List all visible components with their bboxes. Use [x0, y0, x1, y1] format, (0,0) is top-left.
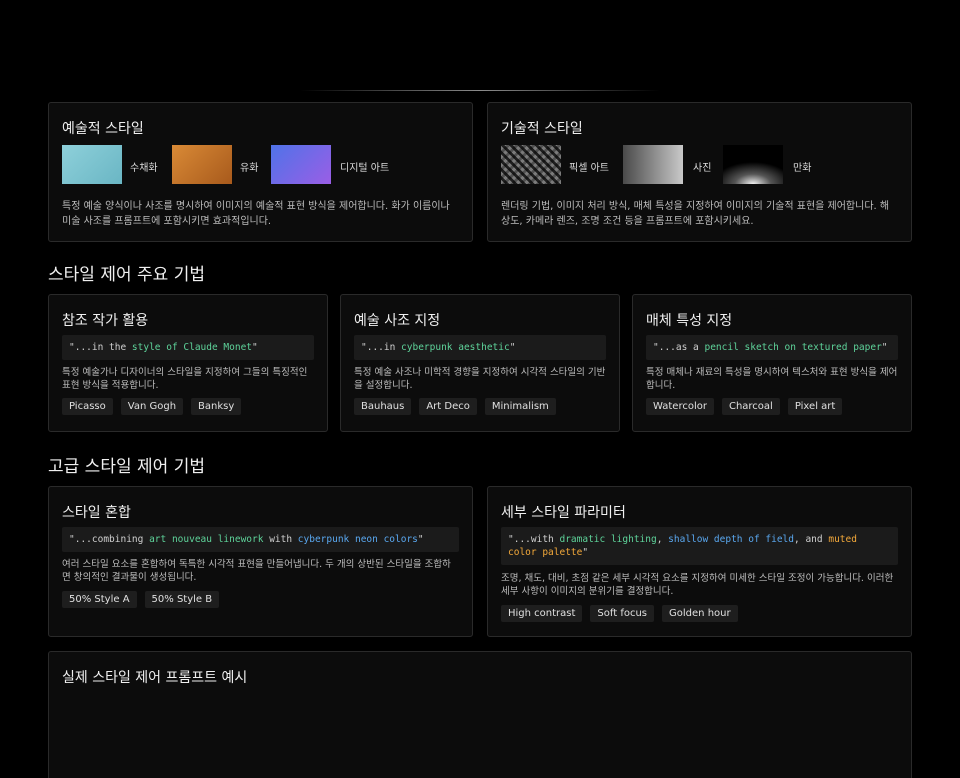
prompt-example-title: 실제 스타일 제어 프롬프트 예시: [62, 670, 248, 686]
code-text: ": [509, 342, 516, 353]
prompt-code: "...in cyberpunk aesthetic": [354, 335, 606, 360]
tag: Art Deco: [419, 398, 477, 415]
tag: Pixel art: [787, 398, 843, 415]
digital-art-label: 디지털 아트: [340, 163, 390, 174]
digital-art-swatch: [271, 145, 331, 184]
tag-list: 50% Style A 50% Style B: [62, 591, 220, 608]
top-divider: [300, 90, 660, 91]
code-highlight: shallow depth of field: [668, 534, 795, 545]
tag-list: Picasso Van Gogh Banksy: [62, 398, 242, 415]
section-title-main-techniques: 스타일 제어 주요 기법: [48, 265, 205, 285]
artistic-style-description: 특정 예술 양식이나 사조를 명시하여 이미지의 예술적 표현 방식을 제어합니…: [62, 201, 450, 227]
technique-description: 특정 예술 사조나 미학적 경향을 지정하여 시각적 스타일의 기반을 설정합니…: [354, 367, 606, 391]
oil-painting-swatch: [172, 145, 232, 184]
tag: Banksy: [191, 398, 242, 415]
code-text: "...with: [508, 534, 560, 545]
watercolor-label: 수채화: [130, 163, 158, 174]
code-text: ": [881, 342, 888, 353]
tag-list: High contrast Soft focus Golden hour: [501, 605, 738, 622]
code-text: with: [263, 534, 298, 545]
code-text: ,: [656, 534, 669, 545]
prompt-code: "...in the style of Claude Monet": [62, 335, 314, 360]
tag-list: Watercolor Charcoal Pixel art: [646, 398, 843, 415]
tag: 50% Style A: [62, 591, 137, 608]
prompt-code: "...as a pencil sketch on textured paper…: [646, 335, 898, 360]
cartoon-swatch: [723, 145, 783, 184]
code-text: , and: [794, 534, 829, 545]
technique-title: 참조 작가 활용: [62, 313, 149, 329]
style-mixing-description: 여러 스타일 요소를 혼합하여 독특한 시각적 표현을 만들어냅니다. 두 개의…: [62, 559, 451, 583]
technique-description: 특정 매체나 재료의 특성을 명시하여 텍스처와 표현 방식을 제어합니다.: [646, 367, 898, 391]
prompt-code: "...combining art nouveau linework with …: [62, 527, 459, 552]
tag: Minimalism: [484, 398, 556, 415]
tag: Charcoal: [721, 398, 780, 415]
cartoon-label: 만화: [793, 163, 812, 174]
technical-style-title: 기술적 스타일: [501, 121, 583, 137]
tag: High contrast: [501, 605, 583, 622]
tag: Van Gogh: [120, 398, 184, 415]
artistic-style-title: 예술적 스타일: [62, 121, 144, 137]
code-text: "...in the: [69, 342, 132, 353]
technique-title: 매체 특성 지정: [646, 313, 733, 329]
technical-style-card: 기술적 스타일 픽셀 아트 사진 만화 렌더링 기법, 이미지 처리 방식, 매…: [487, 102, 912, 242]
technique-title: 예술 사조 지정: [354, 313, 441, 329]
code-highlight: cyberpunk neon colors: [297, 534, 418, 545]
technique-card-reference-artist: 참조 작가 활용 "...in the style of Claude Mone…: [48, 294, 328, 432]
technical-style-description: 렌더링 기법, 이미지 처리 방식, 매체 특성을 지정하여 이미지의 기술적 …: [501, 201, 890, 227]
artistic-style-card: 예술적 스타일 수채화 유화 디지털 아트 특정 예술 양식이나 사조를 명시하…: [48, 102, 473, 242]
prompt-example-card: 실제 스타일 제어 프롬프트 예시: [48, 651, 912, 778]
tag-list: Bauhaus Art Deco Minimalism: [354, 398, 556, 415]
tag: Golden hour: [662, 605, 738, 622]
style-parameters-title: 세부 스타일 파라미터: [501, 505, 626, 521]
code-text: "...combining: [69, 534, 150, 545]
code-text: ": [252, 342, 258, 353]
technique-card-medium: 매체 특성 지정 "...as a pencil sketch on textu…: [632, 294, 912, 432]
photo-swatch: [623, 145, 683, 184]
pixel-art-swatch: [501, 145, 561, 184]
tag: Soft focus: [590, 605, 655, 622]
pixel-art-label: 픽셀 아트: [569, 163, 609, 174]
code-text: "...in: [361, 342, 402, 353]
code-highlight: cyberpunk aesthetic: [401, 342, 510, 353]
technique-card-art-movement: 예술 사조 지정 "...in cyberpunk aesthetic" 특정 …: [340, 294, 620, 432]
code-highlight: dramatic lighting: [559, 534, 657, 545]
tag: Watercolor: [646, 398, 714, 415]
photo-label: 사진: [693, 163, 712, 174]
watercolor-swatch: [62, 145, 122, 184]
code-highlight: style of Claude Monet: [131, 342, 253, 353]
style-parameters-description: 조명, 채도, 대비, 초점 같은 세부 시각적 요소를 지정하여 미세한 스타…: [501, 573, 894, 597]
style-mixing-card: 스타일 혼합 "...combining art nouveau linewor…: [48, 486, 473, 637]
code-text: "...as a: [653, 342, 705, 353]
code-highlight: art nouveau linework: [149, 534, 264, 545]
section-title-advanced-techniques: 고급 스타일 제어 기법: [48, 457, 205, 477]
code-highlight: pencil sketch on textured paper: [704, 342, 882, 353]
code-text: ": [582, 547, 589, 558]
style-parameters-card: 세부 스타일 파라미터 "...with dramatic lighting, …: [487, 486, 912, 637]
tag: 50% Style B: [144, 591, 220, 608]
oil-painting-label: 유화: [240, 163, 259, 174]
prompt-code: "...with dramatic lighting, shallow dept…: [501, 527, 898, 565]
technique-description: 특정 예술가나 디자이너의 스타일을 지정하여 그들의 특징적인 표현 방식을 …: [62, 367, 308, 391]
style-mixing-title: 스타일 혼합: [62, 505, 131, 521]
code-text: ": [417, 534, 424, 545]
tag: Picasso: [62, 398, 113, 415]
tag: Bauhaus: [354, 398, 412, 415]
